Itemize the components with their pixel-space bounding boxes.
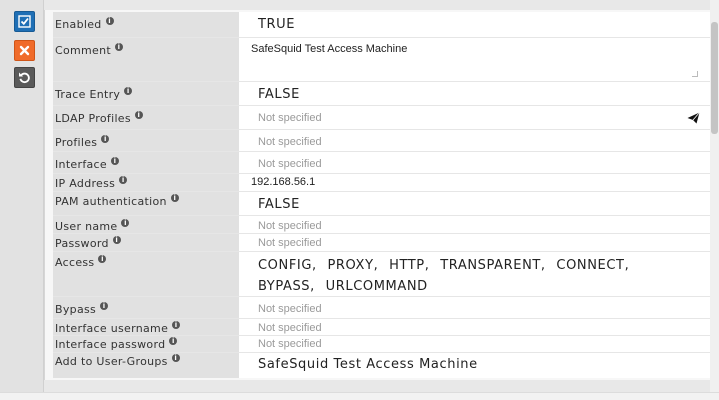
cancel-button[interactable] bbox=[14, 40, 35, 61]
field-label: Interface password i bbox=[53, 336, 239, 352]
field-access: Access i CONFIG, PROXY, HTTP, TRANSPARENT… bbox=[53, 252, 710, 297]
undo-icon bbox=[19, 72, 30, 83]
send-icon[interactable] bbox=[687, 112, 700, 124]
field-ip-address: IP Address i 192.168.56.1 bbox=[53, 174, 710, 192]
info-icon[interactable]: i bbox=[101, 135, 110, 143]
field-label: Interface i bbox=[53, 152, 239, 173]
field-label: Interface username i bbox=[53, 319, 239, 335]
field-password: Password i Not specified bbox=[53, 234, 710, 252]
info-icon[interactable]: i bbox=[134, 111, 143, 119]
field-label: Trace Entry i bbox=[53, 82, 239, 105]
field-bypass: Bypass i Not specified bbox=[53, 297, 710, 319]
ip-address-input[interactable]: 192.168.56.1 bbox=[239, 174, 710, 191]
placeholder-text: Not specified bbox=[258, 112, 322, 124]
user-name-input[interactable]: Not specified bbox=[239, 216, 710, 233]
pam-authentication-value[interactable]: FALSE bbox=[239, 192, 710, 215]
field-label: LDAP Profiles i bbox=[53, 106, 239, 129]
field-label: Add to User-Groups i bbox=[53, 353, 239, 378]
vertical-scrollbar[interactable] bbox=[710, 0, 719, 392]
field-comment: Comment i SafeSquid Test Access Machine bbox=[53, 38, 710, 82]
field-interface-username: Interface username i Not specified bbox=[53, 319, 710, 336]
user-groups-value[interactable]: SafeSquid Test Access Machine bbox=[239, 353, 710, 378]
field-add-to-user-groups: Add to User-Groups i SafeSquid Test Acces… bbox=[53, 353, 710, 378]
info-icon[interactable]: i bbox=[98, 255, 107, 263]
field-ldap-profiles: LDAP Profiles i Not specified bbox=[53, 106, 710, 130]
field-label: Bypass i bbox=[53, 297, 239, 318]
access-value[interactable]: CONFIG, PROXY, HTTP, TRANSPARENT, CONNEC… bbox=[239, 252, 710, 296]
info-icon[interactable]: i bbox=[172, 321, 181, 329]
field-label: Access i bbox=[53, 252, 239, 296]
info-icon[interactable]: i bbox=[115, 43, 123, 51]
bypass-input[interactable]: Not specified bbox=[239, 297, 710, 318]
bottom-edge bbox=[0, 392, 719, 400]
info-icon[interactable]: i bbox=[121, 219, 130, 227]
field-user-name: User name i Not specified bbox=[53, 216, 710, 234]
interface-input[interactable]: Not specified bbox=[239, 152, 710, 173]
comment-textarea[interactable]: SafeSquid Test Access Machine bbox=[239, 38, 710, 81]
password-input[interactable]: Not specified bbox=[239, 234, 710, 251]
field-label: Password i bbox=[53, 234, 239, 251]
scrollbar-thumb[interactable] bbox=[711, 22, 718, 134]
field-profiles: Profiles i Not specified bbox=[53, 130, 710, 152]
resize-handle[interactable] bbox=[692, 71, 698, 77]
field-pam-authentication: PAM authentication i FALSE bbox=[53, 192, 710, 216]
enabled-value[interactable]: TRUE bbox=[239, 12, 710, 37]
info-icon[interactable]: i bbox=[170, 194, 179, 202]
field-interface-password: Interface password i Not specified bbox=[53, 336, 710, 353]
comment-text: SafeSquid Test Access Machine bbox=[251, 43, 408, 55]
action-toolbar bbox=[0, 0, 44, 392]
trace-entry-value[interactable]: FALSE bbox=[239, 82, 710, 105]
reset-button[interactable] bbox=[14, 67, 35, 88]
save-button[interactable] bbox=[14, 11, 35, 32]
info-icon[interactable]: i bbox=[110, 157, 119, 165]
field-enabled: Enabled i TRUE bbox=[53, 12, 710, 38]
info-icon[interactable]: i bbox=[169, 337, 178, 345]
field-label: User name i bbox=[53, 216, 239, 233]
field-label: Comment i bbox=[53, 38, 239, 81]
info-icon[interactable]: i bbox=[105, 17, 114, 25]
info-icon[interactable]: i bbox=[112, 236, 121, 244]
interface-password-input[interactable]: Not specified bbox=[239, 336, 710, 352]
info-icon[interactable]: i bbox=[119, 176, 128, 184]
field-interface: Interface i Not specified bbox=[53, 152, 710, 174]
field-label: Enabled i bbox=[53, 12, 239, 37]
info-icon[interactable]: i bbox=[100, 302, 109, 310]
profiles-input[interactable]: Not specified bbox=[239, 130, 710, 151]
access-profile-form: Enabled i TRUE Comment i SafeSquid Test Ac… bbox=[44, 10, 710, 380]
info-icon[interactable]: i bbox=[171, 354, 180, 362]
field-label: Profiles i bbox=[53, 130, 239, 151]
save-icon bbox=[18, 15, 31, 28]
editor-frame: Enabled i TRUE Comment i SafeSquid Test Ac… bbox=[0, 0, 719, 400]
field-label: PAM authentication i bbox=[53, 192, 239, 215]
ldap-profiles-input[interactable]: Not specified bbox=[239, 106, 710, 129]
close-icon bbox=[19, 45, 30, 56]
field-trace-entry: Trace Entry i FALSE bbox=[53, 82, 710, 106]
info-icon[interactable]: i bbox=[124, 87, 133, 95]
field-label: IP Address i bbox=[53, 174, 239, 191]
interface-username-input[interactable]: Not specified bbox=[239, 319, 710, 335]
